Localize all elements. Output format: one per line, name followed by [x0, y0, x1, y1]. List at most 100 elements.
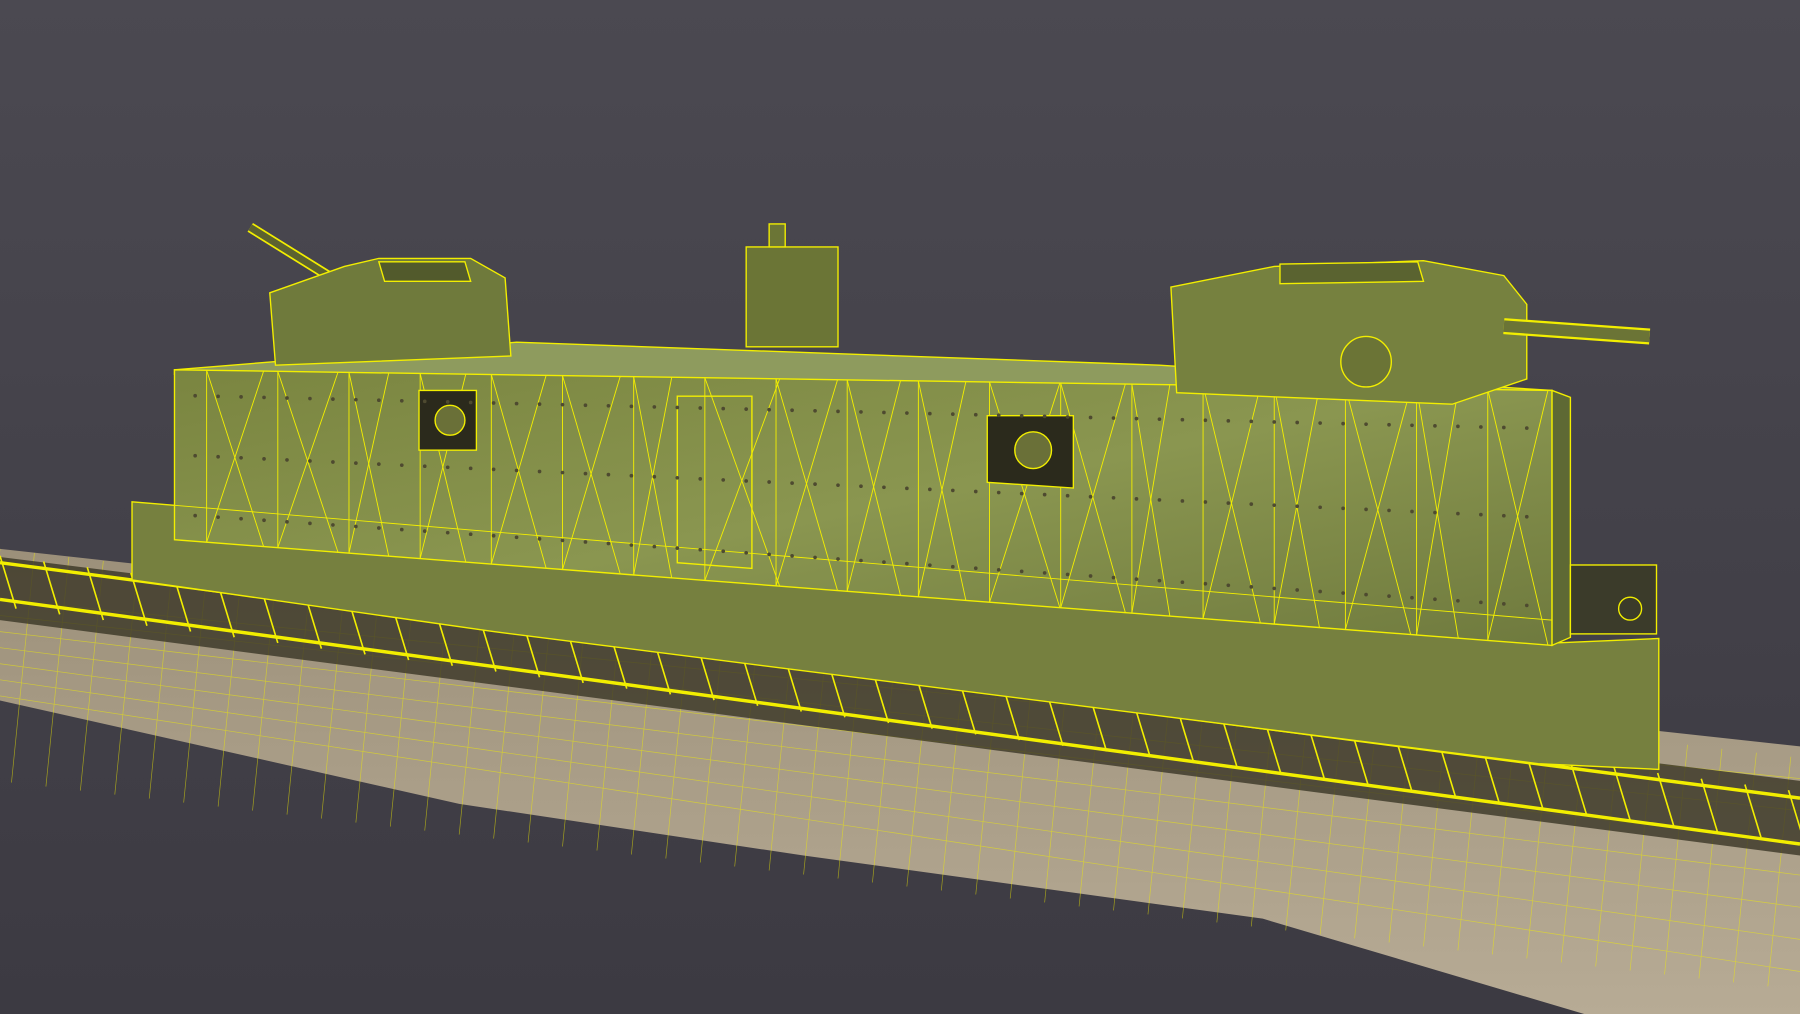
- rivet: [445, 400, 450, 404]
- rivet: [285, 519, 289, 524]
- rivet: [354, 397, 358, 402]
- rivet: [767, 552, 771, 557]
- rivet: [859, 558, 863, 563]
- rivet: [1433, 597, 1437, 602]
- rivet: [1295, 420, 1300, 425]
- rivet: [376, 462, 381, 466]
- rivet: [721, 406, 726, 411]
- rivet: [560, 470, 565, 475]
- rivet: [1065, 493, 1070, 498]
- rivet: [1501, 513, 1506, 518]
- rivet: [354, 461, 358, 465]
- rivet: [422, 399, 427, 404]
- rivet: [1479, 600, 1483, 605]
- rivet: [721, 549, 726, 554]
- rivet: [1410, 595, 1414, 600]
- rivet: [1065, 415, 1070, 419]
- rivet: [790, 554, 794, 558]
- rivet: [537, 402, 542, 406]
- rivet: [1272, 503, 1277, 508]
- rivet: [790, 481, 794, 485]
- rivet: [193, 513, 197, 518]
- rivet: [537, 537, 542, 541]
- rivet: [445, 530, 450, 535]
- armored-train-render: [0, 0, 1800, 1014]
- rivet: [1364, 507, 1368, 512]
- rivet: [882, 410, 886, 415]
- rivet: [721, 478, 726, 482]
- rivet: [973, 566, 978, 571]
- rivet: [1180, 417, 1185, 422]
- rivet: [790, 408, 794, 413]
- rivet: [606, 541, 611, 546]
- rivet: [193, 453, 197, 458]
- rivet: [996, 413, 1001, 418]
- rivet: [1410, 509, 1414, 514]
- rivet: [1524, 426, 1529, 430]
- rivet: [1226, 583, 1231, 588]
- rivet: [606, 472, 611, 477]
- rivet: [675, 546, 680, 550]
- rivet: [1042, 492, 1047, 497]
- right-turret-mantlet: [1340, 335, 1393, 388]
- rivet: [675, 405, 680, 410]
- center-tower-cap: [768, 223, 786, 248]
- rivet: [767, 480, 771, 484]
- rivet: [1501, 602, 1506, 606]
- rivet: [1295, 588, 1300, 592]
- rivet: [1111, 575, 1116, 580]
- rivet: [1387, 594, 1391, 598]
- rivet: [1318, 421, 1322, 425]
- rivet: [698, 477, 703, 481]
- rivet: [262, 395, 266, 400]
- gun-port-right-barrel: [1014, 431, 1053, 470]
- rivet: [1410, 423, 1414, 428]
- rivet: [399, 398, 404, 403]
- rivet: [1387, 422, 1391, 427]
- rivet: [1134, 577, 1139, 581]
- rivet: [629, 404, 634, 409]
- rivet: [606, 403, 611, 408]
- rivet: [950, 564, 955, 569]
- rivet: [1501, 425, 1506, 430]
- rivet: [514, 401, 519, 406]
- rivet: [1364, 592, 1368, 597]
- rivet: [331, 460, 335, 464]
- rivet: [973, 412, 978, 417]
- rivet: [1249, 419, 1254, 424]
- rivet: [767, 407, 771, 412]
- rivet: [1456, 598, 1460, 603]
- rivet: [399, 463, 404, 468]
- center-tower: [745, 246, 839, 348]
- rivet: [1203, 581, 1208, 586]
- rivet: [1295, 504, 1300, 509]
- rivet: [514, 535, 519, 540]
- rivet: [1387, 508, 1391, 513]
- rivet: [216, 394, 220, 399]
- rivet: [859, 410, 863, 414]
- rivet: [905, 561, 909, 566]
- rivet: [1249, 585, 1254, 589]
- rivet: [928, 563, 932, 568]
- rivet: [422, 464, 427, 469]
- rivet: [1524, 514, 1529, 519]
- rivet: [652, 405, 657, 409]
- rivet: [239, 455, 243, 460]
- rivet: [652, 474, 657, 479]
- rivet: [1111, 495, 1116, 500]
- rivet: [928, 411, 932, 416]
- rivet: [744, 479, 749, 483]
- rivet: [1180, 580, 1185, 585]
- rivet: [491, 533, 496, 538]
- rivet: [560, 402, 565, 407]
- rivet: [468, 532, 473, 537]
- rivet: [1111, 416, 1116, 420]
- rivet: [583, 471, 588, 476]
- rivet: [698, 547, 703, 552]
- rivet: [216, 515, 220, 520]
- rivet: [583, 403, 588, 408]
- rivet: [376, 526, 381, 530]
- rivet: [216, 454, 220, 459]
- rivet: [836, 557, 840, 561]
- rivet: [285, 458, 289, 462]
